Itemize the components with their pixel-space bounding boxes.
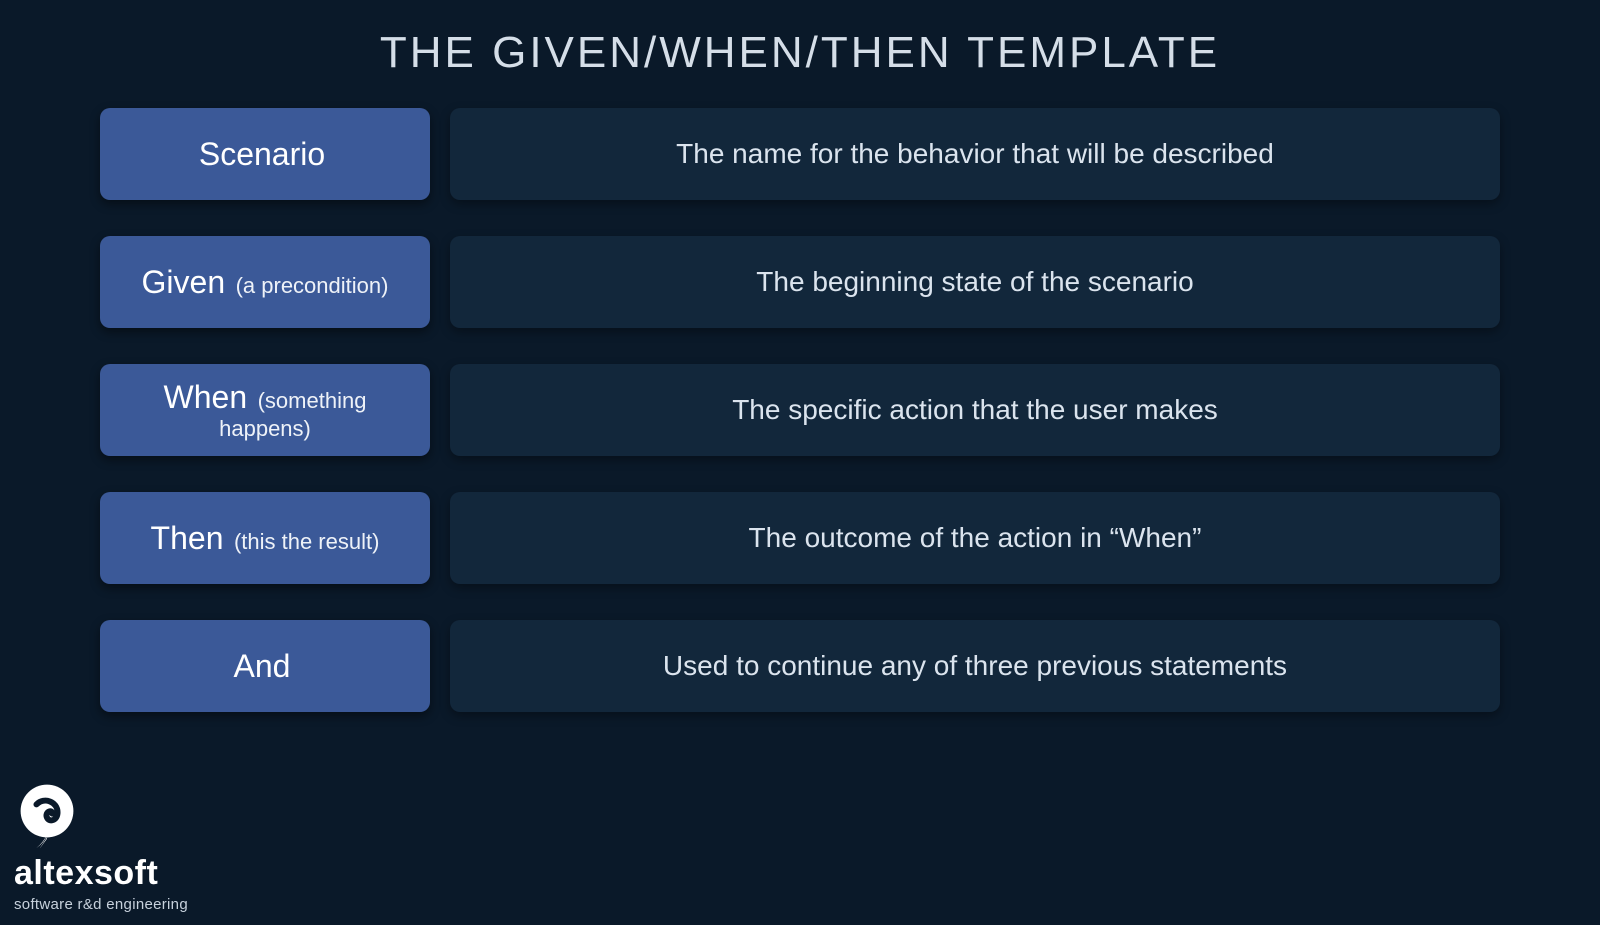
diagram-title: THE GIVEN/WHEN/THEN TEMPLATE — [0, 0, 1600, 88]
label-main: When — [164, 379, 248, 415]
row-scenario: Scenario The name for the behavior that … — [100, 108, 1500, 200]
desc-given: The beginning state of the scenario — [450, 236, 1500, 328]
label-when: When (something happens) — [100, 364, 430, 456]
row-given: Given (a precondition) The beginning sta… — [100, 236, 1500, 328]
label-main: Scenario — [199, 136, 325, 172]
label-main: Then — [151, 520, 224, 556]
label-main: Given — [142, 264, 226, 300]
row-and: And Used to continue any of three previo… — [100, 620, 1500, 712]
desc-and: Used to continue any of three previous s… — [450, 620, 1500, 712]
brand-name: altexsoft — [14, 856, 188, 890]
label-then: Then (this the result) — [100, 492, 430, 584]
brand-logo: altexsoft software r&d engineering — [14, 782, 188, 913]
template-grid: Scenario The name for the behavior that … — [0, 88, 1600, 712]
row-then: Then (this the result) The outcome of th… — [100, 492, 1500, 584]
speech-bubble-icon — [14, 782, 80, 848]
desc-then: The outcome of the action in “When” — [450, 492, 1500, 584]
label-given: Given (a precondition) — [100, 236, 430, 328]
brand-tagline: software r&d engineering — [14, 896, 188, 913]
label-sub: (this the result) — [234, 529, 380, 554]
desc-scenario: The name for the behavior that will be d… — [450, 108, 1500, 200]
label-sub: (a precondition) — [236, 273, 389, 298]
label-main: And — [234, 648, 291, 684]
label-scenario: Scenario — [100, 108, 430, 200]
desc-when: The specific action that the user makes — [450, 364, 1500, 456]
row-when: When (something happens) The specific ac… — [100, 364, 1500, 456]
label-and: And — [100, 620, 430, 712]
